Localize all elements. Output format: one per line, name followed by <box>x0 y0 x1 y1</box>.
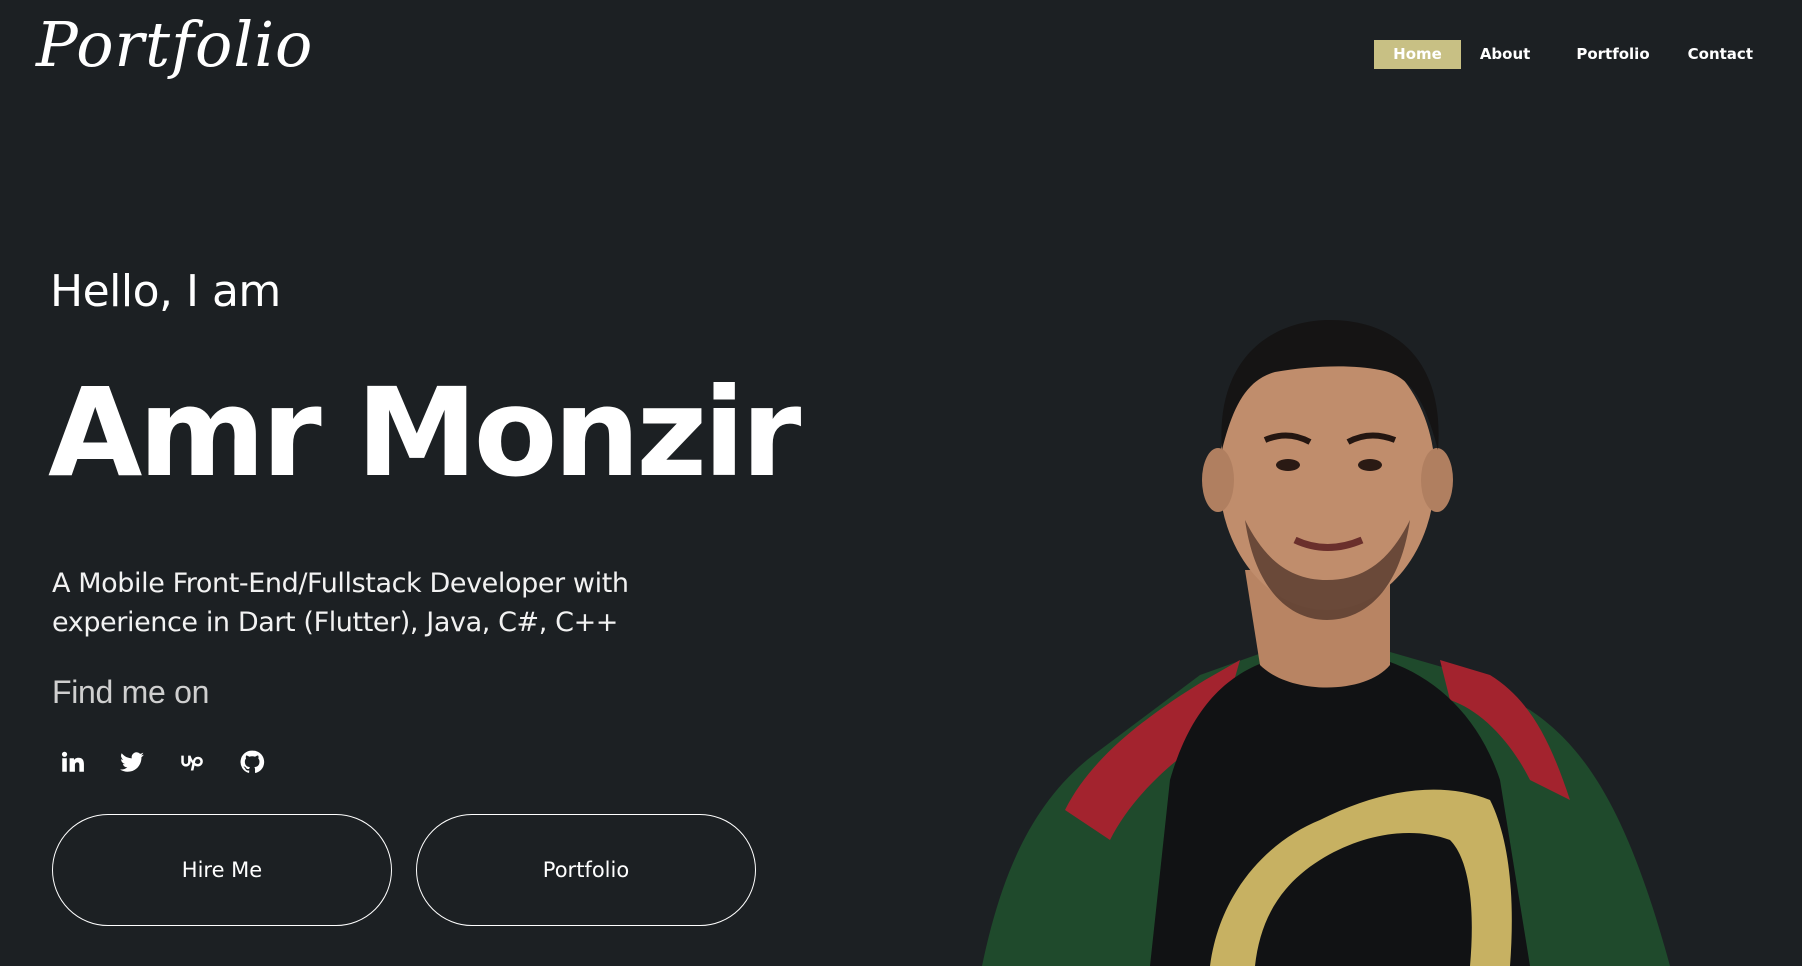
hero-name: Amr Monzir <box>48 362 801 504</box>
portfolio-button[interactable]: Portfolio <box>416 814 756 926</box>
page: Portfolio Home About Portfolio Contact H… <box>0 0 1802 966</box>
hero-greeting: Hello, I am <box>50 266 281 317</box>
nav-home[interactable]: Home <box>1374 40 1461 69</box>
profile-photo-illustration <box>982 320 1670 966</box>
nav-portfolio[interactable]: Portfolio <box>1557 40 1668 69</box>
hire-me-button[interactable]: Hire Me <box>52 814 392 926</box>
profile-photo <box>970 280 1700 966</box>
site-logo[interactable]: Portfolio <box>36 14 313 76</box>
upwork-icon[interactable] <box>178 748 206 776</box>
nav-about[interactable]: About <box>1461 40 1550 69</box>
find-me-label: Find me on <box>52 674 210 710</box>
nav-contact[interactable]: Contact <box>1669 40 1772 69</box>
tagline-line-2: experience in Dart (Flutter), Java, C#, … <box>52 607 619 638</box>
twitter-icon[interactable] <box>118 748 146 776</box>
github-icon[interactable] <box>238 748 266 776</box>
hero-tagline: A Mobile Front-End/Fullstack Developer w… <box>52 564 672 642</box>
linkedin-icon[interactable] <box>58 748 86 776</box>
social-links <box>58 748 298 776</box>
main-nav: Home About Portfolio Contact <box>1374 40 1772 69</box>
tagline-line-1: A Mobile Front-End/Fullstack Developer w… <box>52 568 629 599</box>
